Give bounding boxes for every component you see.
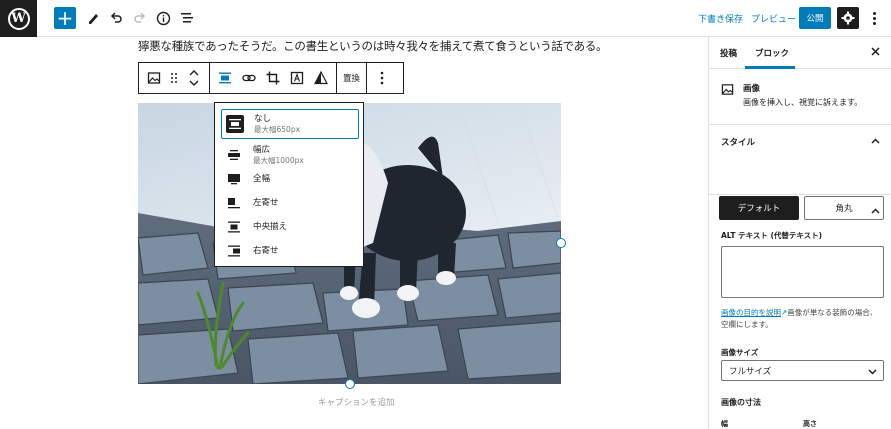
close-sidebar-button[interactable] xyxy=(871,45,880,59)
block-card-description: 画像を挿入し、視覚に訴えます。 xyxy=(743,98,863,107)
align-option-full[interactable]: 全幅 xyxy=(221,170,359,188)
block-card: 画像 画像を挿入し、視覚に訴えます。 xyxy=(709,69,891,125)
kebab-icon xyxy=(380,71,384,85)
details-button[interactable] xyxy=(152,7,174,29)
chevron-up-icon[interactable] xyxy=(871,137,880,146)
move-up-down-button[interactable] xyxy=(183,67,205,89)
publish-button[interactable]: 公開 xyxy=(799,7,831,29)
redo-button[interactable] xyxy=(129,7,151,29)
align-option-label: 中央揃え xyxy=(253,221,288,232)
align-none-icon xyxy=(219,72,231,84)
align-option-left[interactable]: 左寄せ xyxy=(221,194,359,212)
align-wide-icon xyxy=(225,146,243,164)
align-option-label: 全幅 xyxy=(253,173,271,184)
width-label: 幅 xyxy=(721,420,728,428)
styles-panel: スタイル xyxy=(709,125,891,192)
options-button[interactable] xyxy=(866,7,882,29)
align-option-right[interactable]: 右寄せ xyxy=(221,242,359,260)
image-size-label: 画像サイズ xyxy=(721,348,759,357)
align-right-icon xyxy=(225,242,243,260)
tools-button[interactable] xyxy=(82,7,104,29)
pencil-icon xyxy=(89,14,98,24)
alt-text-field[interactable] xyxy=(721,246,884,298)
align-option-label: 右寄せ xyxy=(253,245,279,256)
replace-button[interactable]: 置換 xyxy=(337,72,366,84)
align-option-center[interactable]: 中央揃え xyxy=(221,218,359,236)
add-block-button[interactable]: + xyxy=(54,7,76,29)
crop-icon xyxy=(266,71,280,85)
drag-handle-icon xyxy=(171,73,177,83)
gear-icon xyxy=(841,11,855,25)
save-draft-button[interactable]: 下書き保存 xyxy=(698,12,743,25)
undo-icon xyxy=(110,12,122,23)
height-label: 高さ xyxy=(803,420,817,428)
block-toolbar: 置換 xyxy=(138,62,404,94)
close-icon xyxy=(871,47,880,56)
drag-handle-button[interactable] xyxy=(167,67,181,89)
image-dimensions-label: 画像の寸法 xyxy=(721,398,761,407)
image-icon xyxy=(147,72,161,84)
align-option-label: 左寄せ xyxy=(253,197,279,208)
resize-handle-right[interactable] xyxy=(556,238,566,248)
plus-icon: + xyxy=(56,6,74,30)
wordpress-logo-icon: W xyxy=(7,7,30,30)
preview-button[interactable]: プレビュー xyxy=(751,12,796,25)
link-button[interactable] xyxy=(238,67,260,89)
styles-divider xyxy=(709,194,891,195)
styles-panel-title[interactable]: スタイル xyxy=(721,136,755,148)
align-none-icon xyxy=(226,115,244,133)
align-center-icon xyxy=(225,218,243,236)
describe-purpose-link[interactable]: 画像の目的を説明 xyxy=(721,308,781,317)
duotone-button[interactable] xyxy=(310,67,332,89)
block-type-button[interactable] xyxy=(143,67,165,89)
align-option-none[interactable]: なし 最大幅650px xyxy=(221,109,359,139)
link-icon xyxy=(242,74,256,82)
wordpress-logo-button[interactable]: W xyxy=(0,0,37,37)
replace-group: 置換 xyxy=(337,63,368,93)
list-view-button[interactable] xyxy=(176,7,198,29)
text-over-image-icon xyxy=(290,71,304,85)
image-icon xyxy=(721,81,734,100)
alt-text-help: 画像の目的を説明↗画像が単なる装飾の場合、空欄にします。 xyxy=(721,307,884,331)
resize-handle-bottom[interactable] xyxy=(345,379,355,389)
redo-icon xyxy=(134,12,146,23)
align-button[interactable] xyxy=(214,67,236,89)
settings-sidebar: 投稿 ブロック 画像 画像を挿入し、視覚に訴えます。 スタイル デフォルト 角丸… xyxy=(708,37,891,429)
more-options-group xyxy=(367,63,397,93)
editor-header: W + 下書き保存 プレビュー 公開 xyxy=(0,0,891,37)
alt-text-label: ALT テキスト (代替テキスト) xyxy=(721,231,823,240)
image-size-value: フルサイズ xyxy=(729,366,772,377)
chevron-up-icon[interactable] xyxy=(871,207,880,216)
info-icon xyxy=(156,11,170,25)
sidebar-tabs: 投稿 ブロック xyxy=(709,37,891,69)
settings-button[interactable] xyxy=(837,7,859,29)
align-full-icon xyxy=(225,170,243,188)
kebab-icon xyxy=(872,11,876,15)
align-option-wide[interactable]: 幅広 最大幅1000px xyxy=(221,143,359,167)
list-view-icon xyxy=(181,13,193,23)
block-controls-group xyxy=(210,63,337,93)
chevron-down-icon xyxy=(868,369,877,375)
block-card-title: 画像 xyxy=(743,84,761,94)
align-left-icon xyxy=(225,194,243,212)
paragraph-block[interactable]: 獰悪な種族であったそうだ。この書生というのは時々我々を捕えて煮て食うという話であ… xyxy=(138,38,608,54)
block-type-group xyxy=(139,63,210,93)
tab-post[interactable]: 投稿 xyxy=(720,47,737,59)
undo-button[interactable] xyxy=(105,7,127,29)
caption-input[interactable]: キャプションを追加 xyxy=(318,396,395,408)
align-option-label: 幅広 xyxy=(253,144,271,155)
align-option-label: なし xyxy=(254,113,272,124)
align-option-sub: 最大幅1000px xyxy=(253,155,304,165)
tab-block[interactable]: ブロック xyxy=(755,47,789,59)
crop-button[interactable] xyxy=(262,67,284,89)
image-size-select[interactable]: フルサイズ xyxy=(721,360,884,381)
text-over-image-button[interactable] xyxy=(286,67,308,89)
move-up-down-icon xyxy=(189,70,199,86)
align-option-sub: 最大幅650px xyxy=(254,124,301,134)
block-options-button[interactable] xyxy=(371,67,393,89)
settings-panel-title[interactable]: 設定 xyxy=(721,206,738,218)
duotone-icon xyxy=(314,71,328,85)
align-dropdown-menu: なし 最大幅650px 幅広 最大幅1000px 全幅 左寄せ 中央揃え 右寄せ xyxy=(214,102,364,267)
